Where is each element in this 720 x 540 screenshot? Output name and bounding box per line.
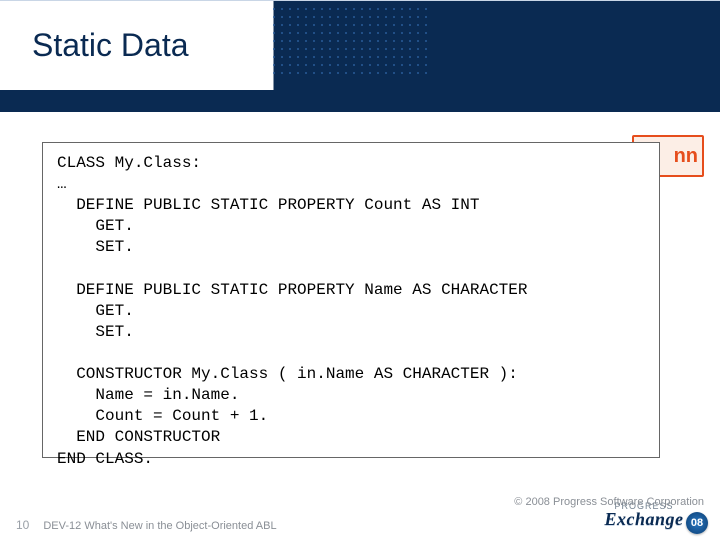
code-line: DEFINE PUBLIC STATIC PROPERTY Name AS CH… — [57, 281, 527, 299]
footer-left: 10 DEV-12 What's New in the Object-Orien… — [16, 518, 277, 532]
code-line: SET. — [57, 323, 134, 341]
code-line: CONSTRUCTOR My.Class ( in.Name AS CHARAC… — [57, 365, 518, 383]
slide-title: Static Data — [32, 27, 189, 64]
code-line: END CONSTRUCTOR — [57, 428, 220, 446]
code-line: Name = in.Name. — [57, 386, 239, 404]
code-line: … — [57, 175, 67, 193]
session-label: DEV-12 What's New in the Object-Oriented… — [43, 520, 276, 532]
slide: Static Data nn CLASS My.Class: … DEFINE … — [0, 0, 720, 540]
title-bar-dots — [270, 5, 430, 75]
code-line: DEFINE PUBLIC STATIC PROPERTY Count AS I… — [57, 196, 479, 214]
code-box: CLASS My.Class: … DEFINE PUBLIC STATIC P… — [42, 142, 660, 458]
code-line: GET. — [57, 302, 134, 320]
callout-label: nn — [674, 145, 698, 168]
code-line: SET. — [57, 238, 134, 256]
logo-badge: 08 — [686, 512, 708, 534]
title-underbar — [0, 90, 720, 112]
code-line: END CLASS. — [57, 450, 153, 468]
code-line: Count = Count + 1. — [57, 407, 268, 425]
page-number: 10 — [16, 518, 29, 532]
logo-main-text: Exchange — [604, 509, 683, 530]
title-bar: Static Data — [0, 0, 720, 90]
code-line: CLASS My.Class: — [57, 154, 201, 172]
copyright-text: © 2008 Progress Software Corporation — [514, 496, 704, 508]
code-line: GET. — [57, 217, 134, 235]
